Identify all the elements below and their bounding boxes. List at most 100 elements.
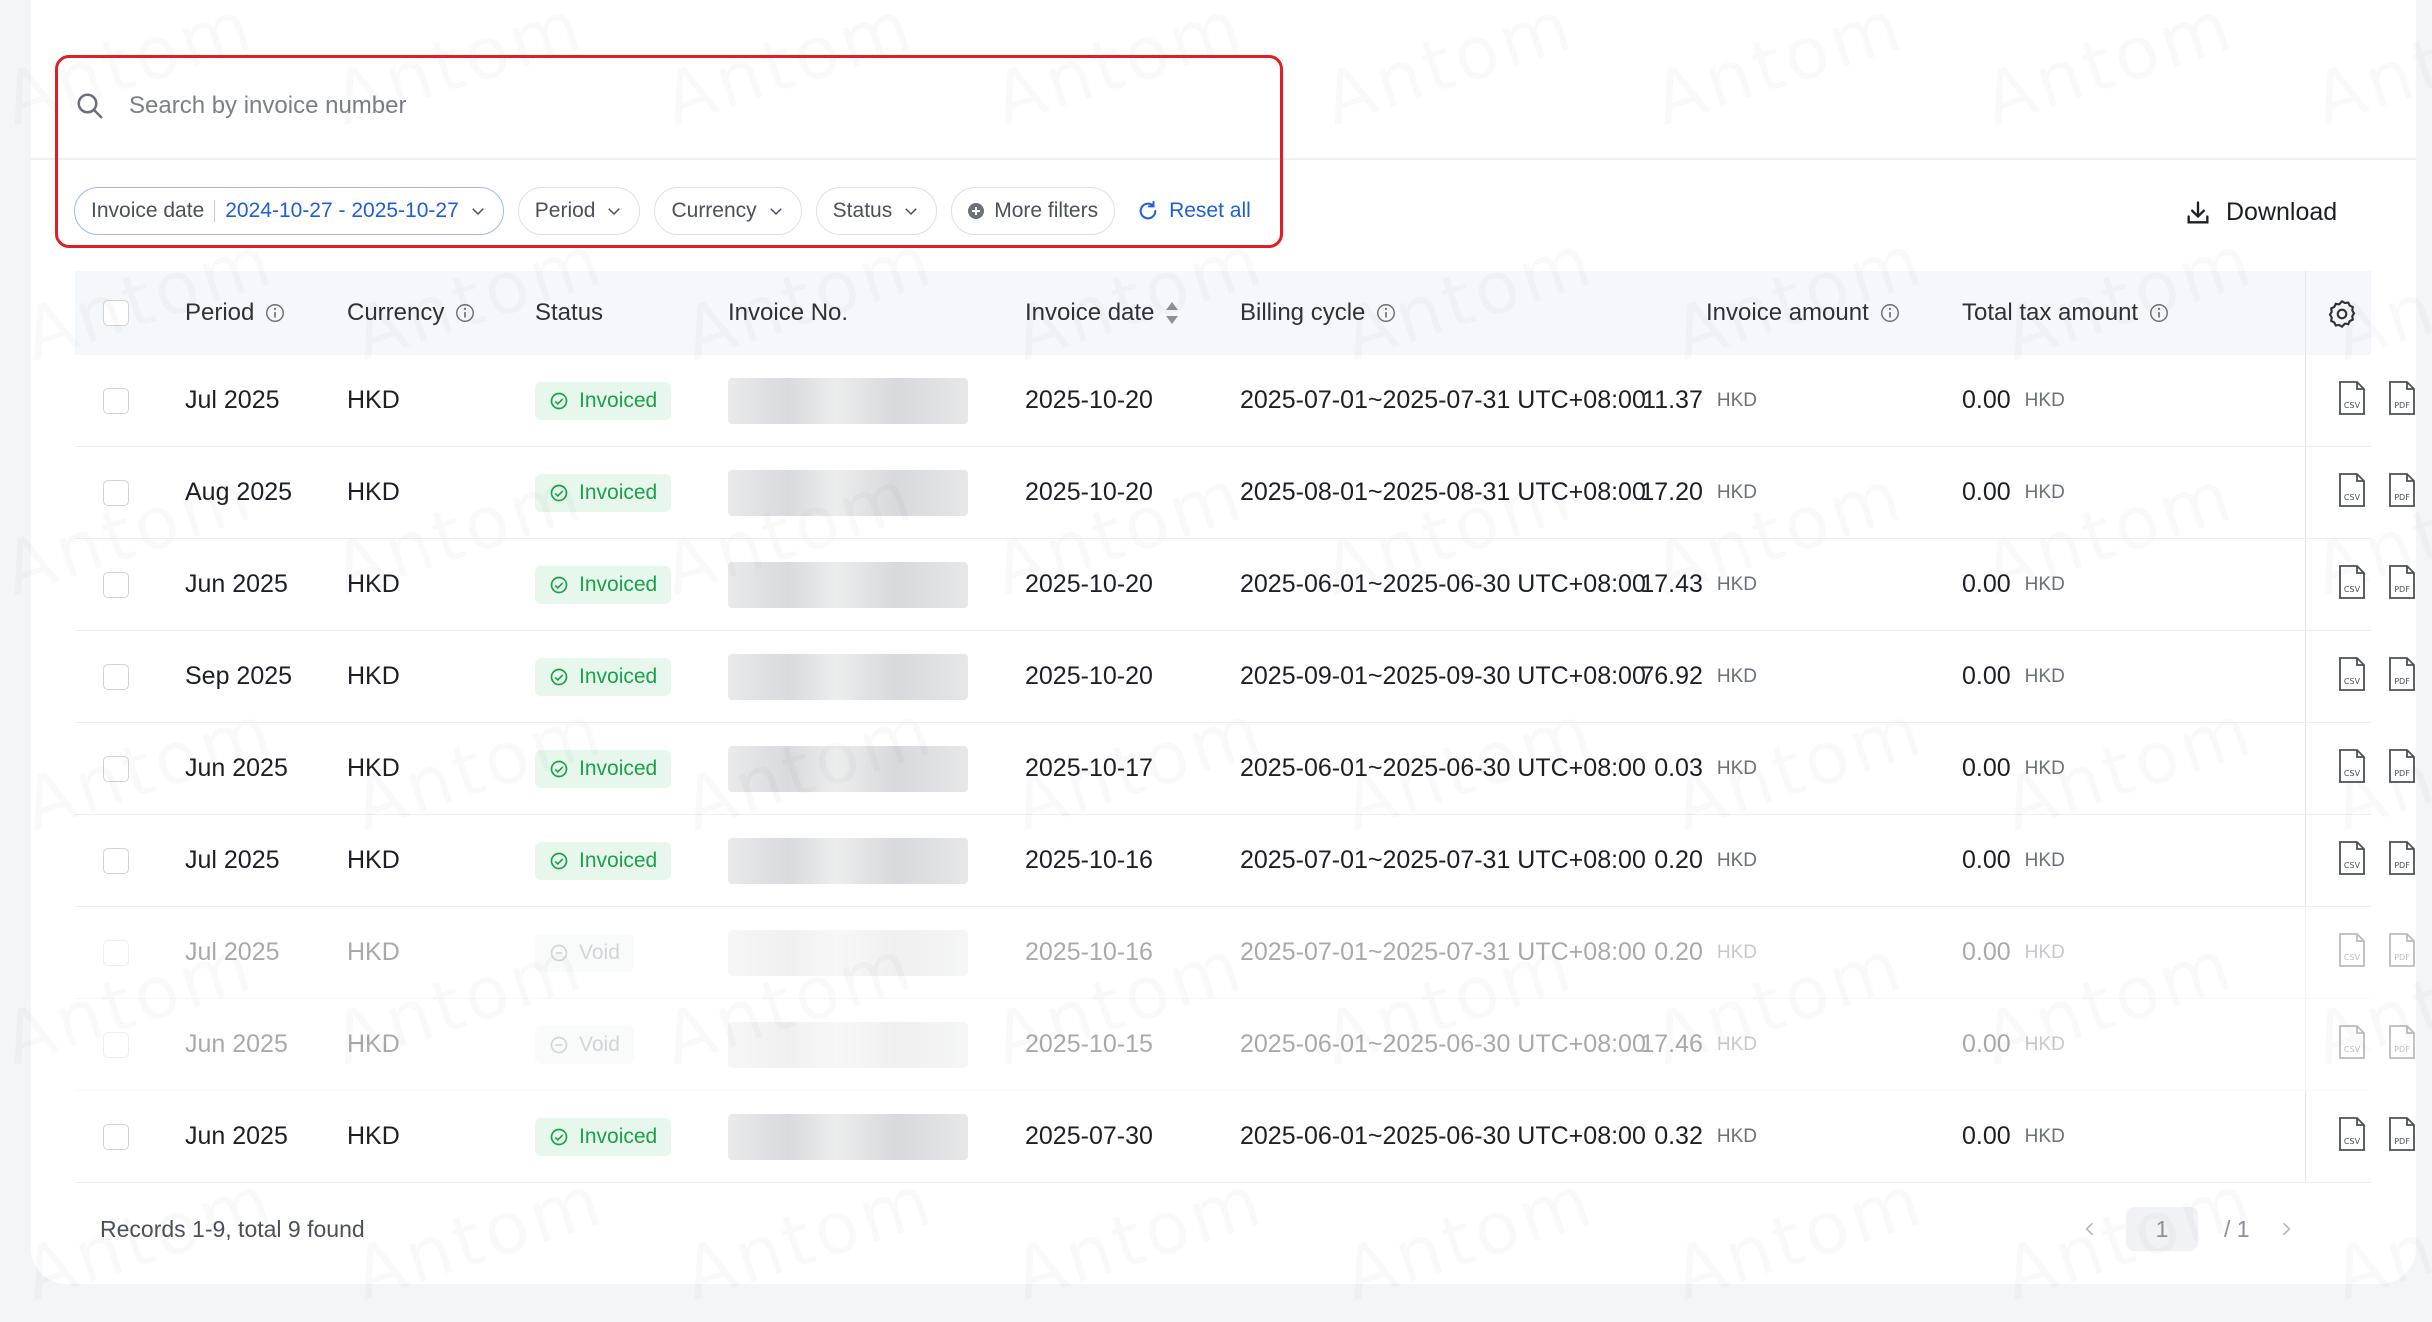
svg-text:PDF: PDF [2394, 1045, 2410, 1054]
csv-download-icon[interactable]: CSV [2337, 472, 2367, 513]
csv-download-icon[interactable]: CSV [2337, 656, 2367, 697]
csv-download-icon[interactable]: CSV [2337, 840, 2367, 881]
row-checkbox[interactable] [103, 571, 129, 598]
cell-invoice-amount: 0.32 HKD [1537, 1091, 1757, 1182]
pdf-download-icon[interactable]: PDF [2387, 380, 2417, 421]
pdf-download-icon[interactable]: PDF [2387, 656, 2417, 697]
status-badge: Void [535, 1025, 634, 1064]
row-checkbox[interactable] [103, 755, 129, 782]
chevron-left-icon[interactable] [2080, 1219, 2100, 1239]
download-button[interactable]: Download [2184, 198, 2337, 227]
csv-download-icon[interactable]: CSV [2337, 380, 2367, 421]
cell-invoice-no[interactable] [728, 723, 968, 814]
pdf-download-icon[interactable]: PDF [2387, 932, 2417, 973]
row-checkbox[interactable] [103, 479, 129, 506]
info-icon[interactable] [1879, 302, 1901, 324]
status-badge: Void [535, 933, 634, 972]
row-checkbox[interactable] [103, 847, 129, 874]
row-checkbox[interactable] [103, 1123, 129, 1150]
sort-icon[interactable] [1164, 300, 1180, 326]
csv-download-icon[interactable]: CSV [2337, 1116, 2367, 1157]
chevron-right-icon[interactable] [2276, 1219, 2296, 1239]
csv-download-icon[interactable]: CSV [2337, 1024, 2367, 1065]
table-row[interactable]: Jun 2025 HKD Invoiced 2025-10-17 2025-06-01~… [75, 723, 2415, 815]
cell-invoice-no[interactable] [728, 447, 968, 538]
pdf-download-icon[interactable]: PDF [2387, 1024, 2417, 1065]
csv-download-icon[interactable]: CSV [2337, 564, 2367, 605]
row-select-cell [103, 447, 129, 538]
row-checkbox[interactable] [103, 387, 129, 414]
tax-value: 0.00 [1962, 662, 2011, 690]
invoice-date-filter[interactable]: Invoice date 2024-10-27 - 2025-10-27 [74, 187, 504, 235]
records-summary: Records 1-9, total 9 found [100, 1216, 365, 1242]
gear-icon[interactable] [2326, 298, 2358, 330]
info-icon[interactable] [2148, 302, 2170, 324]
csv-download-icon[interactable]: CSV [2337, 748, 2367, 789]
currency-filter[interactable]: Currency [654, 187, 802, 235]
cell-period: Jul 2025 [185, 846, 280, 874]
status-badge-label: Invoiced [579, 572, 658, 596]
svg-text:PDF: PDF [2394, 585, 2410, 594]
cell-invoice-date: 2025-10-17 [1025, 754, 1153, 782]
cell-period: Jun 2025 [185, 570, 288, 598]
table-row[interactable]: Jul 2025 HKD Void 2025-10-16 2025-07-01~2025… [75, 907, 2415, 999]
pdf-download-icon[interactable]: PDF [2387, 748, 2417, 789]
row-checkbox[interactable] [103, 1031, 129, 1058]
pdf-download-icon[interactable]: PDF [2387, 564, 2417, 605]
row-select-cell [103, 723, 129, 814]
amount-currency: HKD [1716, 757, 1757, 779]
search-bar[interactable] [75, 84, 831, 128]
pdf-download-icon[interactable]: PDF [2387, 472, 2417, 513]
cell-invoice-no[interactable] [728, 815, 968, 906]
cell-total-tax: 0.00 HKD [1962, 631, 2065, 722]
redacted-invoice-number [728, 1021, 968, 1068]
row-checkbox[interactable] [103, 663, 129, 690]
svg-text:CSV: CSV [2344, 1045, 2361, 1054]
amount-currency: HKD [1716, 849, 1757, 871]
table-row[interactable]: Jul 2025 HKD Invoiced 2025-10-20 2025-07-01~… [75, 355, 2415, 447]
cell-invoice-no[interactable] [728, 355, 968, 446]
cell-period: Jun 2025 [185, 1122, 288, 1150]
table-header: Period Currency Status Invoice No. Invoi… [75, 271, 2371, 355]
redacted-invoice-number [728, 1113, 968, 1160]
info-icon[interactable] [264, 302, 286, 324]
period-filter[interactable]: Period [517, 187, 641, 235]
chevron-down-icon [905, 208, 917, 216]
info-icon[interactable] [1375, 302, 1397, 324]
table-row[interactable]: Jul 2025 HKD Invoiced 2025-10-16 2025-07-01~… [75, 815, 2415, 907]
cell-status: Void [535, 999, 634, 1090]
tax-value: 0.00 [1962, 570, 2011, 598]
table-row[interactable]: Jun 2025 HKD Invoiced 2025-07-30 2025-06-01~… [75, 1091, 2415, 1183]
cell-total-tax: 0.00 HKD [1962, 723, 2065, 814]
info-icon[interactable] [454, 302, 476, 324]
more-filters-button[interactable]: More filters [951, 187, 1116, 235]
reset-all-button[interactable]: Reset all [1137, 199, 1251, 223]
cell-invoice-no[interactable] [728, 539, 968, 630]
table-row[interactable]: Jun 2025 HKD Invoiced 2025-10-20 2025-06-01~… [75, 539, 2415, 631]
table-row[interactable]: Aug 2025 HKD Invoiced 2025-10-20 2025-08-01~… [75, 447, 2415, 539]
row-select-cell [103, 907, 129, 998]
status-filter[interactable]: Status [815, 187, 938, 235]
page-input[interactable]: 1 [2126, 1207, 2198, 1251]
tax-currency: HKD [2024, 389, 2065, 411]
col-invoice-date[interactable]: Invoice date [1025, 271, 1180, 355]
cell-invoice-no[interactable] [728, 907, 968, 998]
cell-invoice-no[interactable] [728, 631, 968, 722]
row-checkbox[interactable] [103, 939, 129, 966]
select-all-checkbox[interactable] [103, 300, 129, 326]
table-row[interactable]: Sep 2025 HKD Invoiced 2025-10-20 2025-09-01~… [75, 631, 2415, 723]
cell-invoice-amount: 0.03 HKD [1537, 723, 1757, 814]
redacted-invoice-number [728, 377, 968, 424]
cell-invoice-no[interactable] [728, 1091, 968, 1182]
table-row[interactable]: Jun 2025 HKD Void 2025-10-15 2025-06-01~2025… [75, 999, 2415, 1091]
amount-currency: HKD [1716, 665, 1757, 687]
cell-status: Invoiced [535, 1091, 672, 1182]
pdf-download-icon[interactable]: PDF [2387, 1116, 2417, 1157]
pdf-download-icon[interactable]: PDF [2387, 840, 2417, 881]
csv-download-icon[interactable]: CSV [2337, 932, 2367, 973]
search-input[interactable] [127, 91, 831, 121]
amount-value: 11.37 [1642, 386, 1703, 414]
cell-invoice-no[interactable] [728, 999, 968, 1090]
row-select-cell [103, 631, 129, 722]
row-actions: CSV PDF [2337, 723, 2417, 814]
